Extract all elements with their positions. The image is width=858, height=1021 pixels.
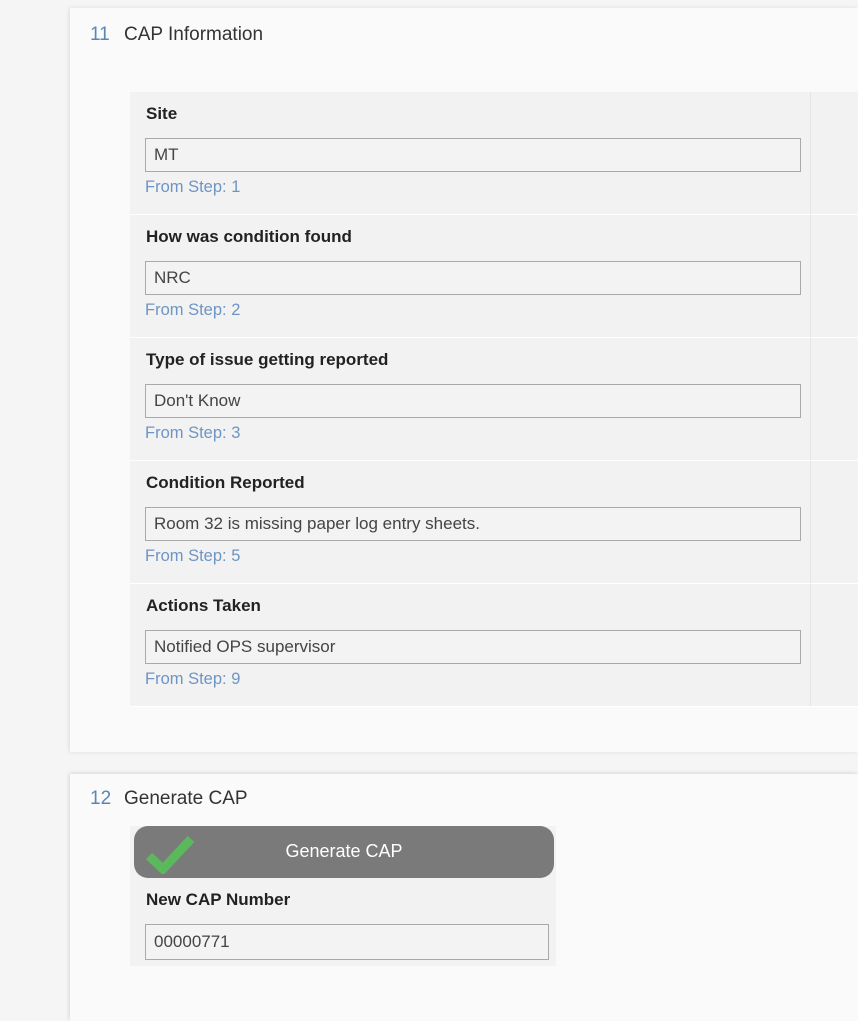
field-how-found: How was condition found NRC From Step: 2 — [130, 215, 858, 338]
generate-cap-button[interactable]: Generate CAP — [134, 826, 554, 878]
step-11-number: 11 — [90, 24, 110, 45]
step-12-card: 12 Generate CAP Generate CAP New CAP Numb… — [70, 774, 858, 1021]
step-12-title: Generate CAP — [124, 788, 248, 809]
field-label: Type of issue getting reported — [146, 350, 389, 369]
page: 11 CAP Information Site MT From Step: 1 H… — [0, 0, 858, 1021]
field-label: Site — [146, 104, 178, 123]
step-11-card: 11 CAP Information Site MT From Step: 1 H… — [70, 8, 858, 752]
actions-taken-field[interactable]: Notified OPS supervisor — [145, 630, 801, 664]
field-label: How was condition found — [146, 227, 352, 246]
from-step-label: From Step: 1 — [145, 178, 241, 196]
condition-reported-field[interactable]: Room 32 is missing paper log entry sheet… — [145, 507, 801, 541]
field-site: Site MT From Step: 1 — [130, 92, 858, 215]
field-label: Condition Reported — [146, 473, 305, 492]
field-issue-type: Type of issue getting reported Don't Kno… — [130, 338, 858, 461]
from-step-label: From Step: 9 — [145, 670, 241, 688]
step-12-header: 12 Generate CAP — [90, 788, 248, 810]
from-step-label: From Step: 5 — [145, 547, 241, 565]
step-11-title: CAP Information — [124, 24, 264, 45]
field-actions-taken: Actions Taken Notified OPS supervisor Fr… — [130, 584, 858, 707]
field-label: Actions Taken — [146, 596, 261, 615]
new-cap-number-field[interactable]: 00000771 — [145, 924, 549, 960]
site-field[interactable]: MT — [145, 138, 801, 172]
cap-information-fields: Site MT From Step: 1 How was condition f… — [130, 92, 858, 707]
generate-cap-button-label: Generate CAP — [285, 841, 403, 861]
step-12-number: 12 — [90, 788, 112, 809]
generate-cap-section: Generate CAP New CAP Number 00000771 — [130, 826, 556, 966]
how-found-field[interactable]: NRC — [145, 261, 801, 295]
new-cap-number-label: New CAP Number — [146, 890, 291, 909]
from-step-label: From Step: 2 — [145, 301, 241, 319]
step-11-header: 11 CAP Information — [90, 24, 263, 46]
issue-type-field[interactable]: Don't Know — [145, 384, 801, 418]
field-condition-reported: Condition Reported Room 32 is missing pa… — [130, 461, 858, 584]
from-step-label: From Step: 3 — [145, 424, 241, 442]
